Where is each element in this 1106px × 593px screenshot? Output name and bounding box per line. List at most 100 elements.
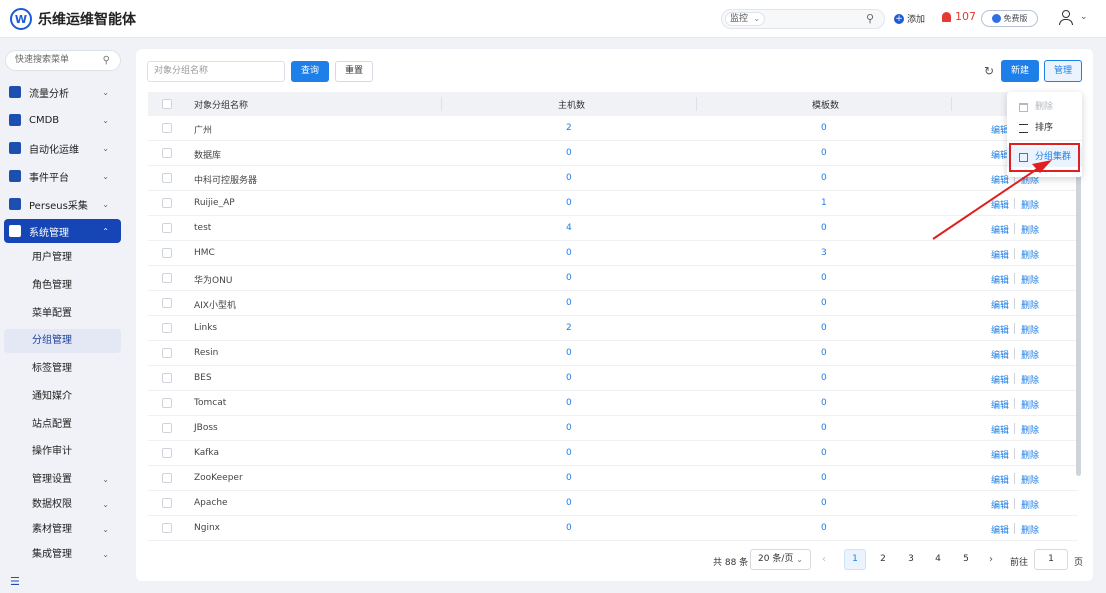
delete-link[interactable]: 删除 xyxy=(1021,373,1039,386)
sidebar-item-groups[interactable]: 分组管理 xyxy=(4,329,121,353)
template-count-link[interactable]: 0 xyxy=(821,348,827,358)
row-checkbox[interactable] xyxy=(162,273,172,283)
template-count-link[interactable]: 1 xyxy=(821,198,827,208)
row-checkbox[interactable] xyxy=(162,423,172,433)
host-count-link[interactable]: 0 xyxy=(566,198,572,208)
host-count-link[interactable]: 4 xyxy=(566,223,572,233)
edit-link[interactable]: 编辑 xyxy=(991,298,1009,311)
template-count-link[interactable]: 0 xyxy=(821,473,827,483)
edit-link[interactable]: 编辑 xyxy=(991,348,1009,361)
host-count-link[interactable]: 0 xyxy=(566,498,572,508)
alert-button[interactable]: 107 xyxy=(942,10,976,23)
delete-link[interactable]: 删除 xyxy=(1021,223,1039,236)
edit-link[interactable]: 编辑 xyxy=(991,473,1009,486)
menu-traffic-analysis[interactable]: 流量分析 ⌄ xyxy=(4,80,121,104)
add-button[interactable]: + 添加 xyxy=(894,12,925,25)
prev-page-icon[interactable]: ‹ xyxy=(822,554,826,565)
refresh-icon[interactable]: ↻ xyxy=(984,64,994,78)
delete-link[interactable]: 删除 xyxy=(1021,498,1039,511)
delete-link[interactable]: 删除 xyxy=(1021,323,1039,336)
app-logo-icon[interactable]: W xyxy=(10,8,32,30)
delete-link[interactable]: 删除 xyxy=(1021,348,1039,361)
row-checkbox[interactable] xyxy=(162,223,172,233)
template-count-link[interactable]: 0 xyxy=(821,273,827,283)
template-count-link[interactable]: 0 xyxy=(821,298,827,308)
host-count-link[interactable]: 0 xyxy=(566,273,572,283)
host-count-link[interactable]: 0 xyxy=(566,348,572,358)
group-name-input[interactable]: 对象分组名称 xyxy=(147,61,285,82)
template-count-link[interactable]: 0 xyxy=(821,373,827,383)
row-checkbox[interactable] xyxy=(162,448,172,458)
sidebar-item-site-config[interactable]: 站点配置 xyxy=(4,413,121,437)
edit-link[interactable]: 编辑 xyxy=(991,273,1009,286)
menu-automation[interactable]: 自动化运维 ⌄ xyxy=(4,136,121,160)
host-count-link[interactable]: 0 xyxy=(566,523,572,533)
menu-perseus[interactable]: Perseus采集 ⌄ xyxy=(4,192,121,216)
plan-badge[interactable]: 免费版 xyxy=(981,10,1038,27)
page-1[interactable]: 1 xyxy=(844,549,866,570)
edit-link[interactable]: 编辑 xyxy=(991,423,1009,436)
row-checkbox[interactable] xyxy=(162,173,172,183)
row-checkbox[interactable] xyxy=(162,498,172,508)
edit-link[interactable]: 编辑 xyxy=(991,373,1009,386)
menu-search-input[interactable]: 快速搜索菜单 ⚲ xyxy=(5,50,121,71)
collapse-menu-icon[interactable]: ☰ xyxy=(10,575,20,588)
edit-link[interactable]: 编辑 xyxy=(991,198,1009,211)
template-count-link[interactable]: 0 xyxy=(821,123,827,133)
sidebar-item-admin-settings[interactable]: 管理设置 ⌄ xyxy=(4,468,121,492)
edit-link[interactable]: 编辑 xyxy=(991,398,1009,411)
search-scope-select[interactable]: 监控 ⌄ xyxy=(725,12,766,26)
search-icon[interactable]: ⚲ xyxy=(866,12,874,25)
delete-link[interactable]: 删除 xyxy=(1021,398,1039,411)
template-count-link[interactable]: 3 xyxy=(821,248,827,258)
dropdown-sort[interactable]: 排序 xyxy=(1007,118,1082,138)
page-5[interactable]: 5 xyxy=(955,549,977,570)
page-2[interactable]: 2 xyxy=(872,549,894,570)
page-size-select[interactable]: 20 条/页 ⌄ xyxy=(750,549,811,570)
query-button[interactable]: 查询 xyxy=(291,61,329,82)
sidebar-item-tags[interactable]: 标签管理 xyxy=(4,357,121,381)
template-count-link[interactable]: 0 xyxy=(821,148,827,158)
host-count-link[interactable]: 2 xyxy=(566,323,572,333)
select-all-checkbox[interactable] xyxy=(162,99,172,109)
template-count-link[interactable]: 0 xyxy=(821,223,827,233)
new-button[interactable]: 新建 xyxy=(1001,60,1039,82)
row-checkbox[interactable] xyxy=(162,248,172,258)
delete-link[interactable]: 删除 xyxy=(1021,248,1039,261)
next-page-icon[interactable]: › xyxy=(989,554,993,565)
host-count-link[interactable]: 0 xyxy=(566,448,572,458)
sidebar-item-roles[interactable]: 角色管理 xyxy=(4,274,121,298)
delete-link[interactable]: 删除 xyxy=(1021,448,1039,461)
page-3[interactable]: 3 xyxy=(900,549,922,570)
sidebar-item-menu-config[interactable]: 菜单配置 xyxy=(4,302,121,326)
row-checkbox[interactable] xyxy=(162,373,172,383)
delete-link[interactable]: 删除 xyxy=(1021,298,1039,311)
host-count-link[interactable]: 0 xyxy=(566,148,572,158)
menu-event-platform[interactable]: 事件平台 ⌄ xyxy=(4,164,121,188)
menu-system-management[interactable]: 系统管理 ⌃ xyxy=(4,219,121,243)
delete-link[interactable]: 删除 xyxy=(1021,523,1039,536)
edit-link[interactable]: 编辑 xyxy=(991,248,1009,261)
sidebar-item-audit[interactable]: 操作审计 xyxy=(4,440,121,464)
host-count-link[interactable]: 0 xyxy=(566,298,572,308)
sidebar-item-integration[interactable]: 集成管理 ⌄ xyxy=(4,543,121,567)
host-count-link[interactable]: 0 xyxy=(566,173,572,183)
goto-page-input[interactable]: 1 xyxy=(1034,549,1068,570)
template-count-link[interactable]: 0 xyxy=(821,398,827,408)
row-checkbox[interactable] xyxy=(162,473,172,483)
row-checkbox[interactable] xyxy=(162,148,172,158)
template-count-link[interactable]: 0 xyxy=(821,498,827,508)
delete-link[interactable]: 删除 xyxy=(1021,473,1039,486)
row-checkbox[interactable] xyxy=(162,298,172,308)
host-count-link[interactable]: 0 xyxy=(566,373,572,383)
edit-link[interactable]: 编辑 xyxy=(991,448,1009,461)
delete-link[interactable]: 删除 xyxy=(1021,198,1039,211)
manage-button[interactable]: 管理 xyxy=(1044,60,1082,82)
edit-link[interactable]: 编辑 xyxy=(991,523,1009,536)
template-count-link[interactable]: 0 xyxy=(821,423,827,433)
row-checkbox[interactable] xyxy=(162,348,172,358)
delete-link[interactable]: 删除 xyxy=(1021,423,1039,436)
sidebar-item-materials[interactable]: 素材管理 ⌄ xyxy=(4,518,121,542)
row-checkbox[interactable] xyxy=(162,523,172,533)
row-checkbox[interactable] xyxy=(162,198,172,208)
